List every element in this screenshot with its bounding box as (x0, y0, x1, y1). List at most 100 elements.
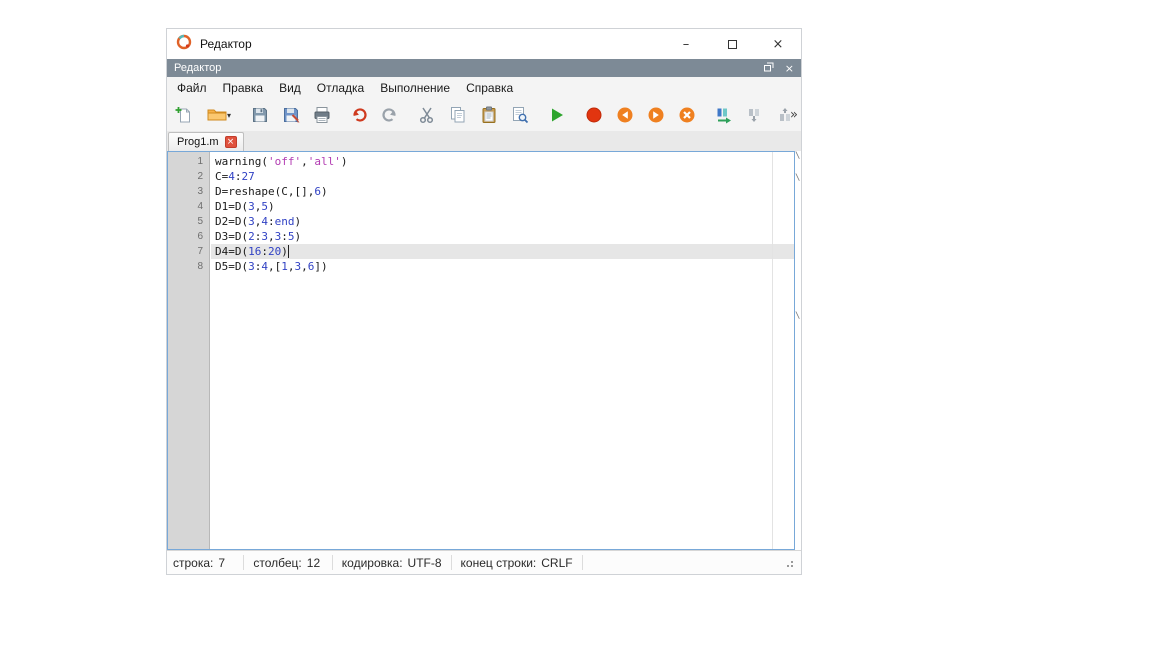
line-number[interactable]: 2 (168, 169, 209, 184)
run-icon (548, 106, 566, 124)
toolbar: ▾ (167, 99, 801, 131)
window-title: Редактор (200, 37, 252, 51)
status-separator (332, 555, 333, 570)
undo-button[interactable] (346, 102, 372, 128)
save-as-button[interactable] (278, 102, 304, 128)
status-column-value: 12 (307, 556, 323, 570)
run-button[interactable] (544, 102, 570, 128)
status-line-label: строка: (173, 556, 213, 570)
tab-prog1[interactable]: Prog1.m × (168, 132, 244, 151)
remove-breakpoints-button[interactable] (674, 102, 700, 128)
line-number[interactable]: 8 (168, 259, 209, 274)
code-line[interactable]: C=4:27 (211, 169, 794, 184)
window-titlebar: Редактор – × (167, 29, 801, 59)
code-line[interactable]: D3=D(2:3,3:5) (211, 229, 794, 244)
menu-item-edit[interactable]: Правка (215, 78, 272, 98)
open-dropdown-icon[interactable]: ▾ (227, 111, 231, 120)
previous-breakpoint-button[interactable] (612, 102, 638, 128)
print-button[interactable] (309, 102, 335, 128)
paste-icon (480, 106, 498, 124)
editor-window: Редактор – × Редактор × Файл Правка Вид … (166, 28, 802, 575)
next-breakpoint-icon (647, 106, 665, 124)
step-button[interactable] (711, 102, 737, 128)
open-file-icon (207, 106, 227, 124)
menu-item-view[interactable]: Вид (271, 78, 309, 98)
long-line-marker (772, 152, 773, 549)
code-editor[interactable]: 12345678 warning('off','all')C=4:27D=res… (167, 151, 795, 550)
previous-breakpoint-icon (616, 106, 634, 124)
toolbar-overflow-button[interactable]: » (790, 108, 798, 123)
new-script-button[interactable] (171, 102, 197, 128)
cut-icon (418, 106, 436, 124)
menu-item-run[interactable]: Выполнение (372, 78, 458, 98)
line-number[interactable]: 5 (168, 214, 209, 229)
copy-icon (449, 106, 467, 124)
step-icon (715, 106, 733, 124)
code-line[interactable]: D1=D(3,5) (211, 199, 794, 214)
undock-button[interactable] (764, 59, 774, 77)
status-column-label: столбец: (253, 556, 301, 570)
close-button[interactable]: × (755, 29, 801, 59)
status-separator (243, 555, 244, 570)
toggle-breakpoint-button[interactable] (581, 102, 607, 128)
cut-button[interactable] (414, 102, 440, 128)
status-eol-label: конец строки: (461, 556, 537, 570)
find-replace-icon (511, 106, 529, 124)
octave-logo-icon (176, 34, 192, 55)
undo-icon (350, 106, 368, 124)
save-button[interactable] (247, 102, 273, 128)
menu-item-debug[interactable]: Отладка (309, 78, 372, 98)
menu-item-help[interactable]: Справка (458, 78, 521, 98)
statusbar: строка: 7 столбец: 12 кодировка: UTF-8 к… (167, 550, 801, 574)
find-replace-button[interactable] (507, 102, 533, 128)
status-encoding-value: UTF-8 (408, 556, 442, 570)
line-number[interactable]: 3 (168, 184, 209, 199)
menubar: Файл Правка Вид Отладка Выполнение Справ… (167, 77, 801, 99)
window-controls: – × (663, 29, 801, 59)
resize-grip-icon[interactable] (791, 565, 793, 567)
line-number[interactable]: 7 (168, 244, 209, 259)
code-area[interactable]: warning('off','all')C=4:27D=reshape(C,[]… (211, 152, 794, 549)
dock-controls: × (764, 59, 794, 77)
dock-titlebar: Редактор × (167, 59, 801, 77)
save-icon (251, 106, 269, 124)
redo-icon (381, 106, 399, 124)
dock-title: Редактор (174, 62, 221, 74)
scroll-mark: \ (795, 173, 803, 183)
toggle-breakpoint-icon (585, 106, 603, 124)
print-icon (313, 106, 331, 124)
open-file-button[interactable]: ▾ (202, 102, 236, 128)
new-script-icon (175, 106, 193, 124)
redo-button[interactable] (377, 102, 403, 128)
copy-button[interactable] (445, 102, 471, 128)
status-line-value: 7 (218, 556, 234, 570)
tab-close-button[interactable]: × (225, 136, 237, 148)
line-number[interactable]: 1 (168, 154, 209, 169)
tabbar: Prog1.m × (167, 131, 801, 151)
text-caret (288, 245, 289, 258)
status-encoding-label: кодировка: (342, 556, 403, 570)
code-line[interactable]: D4=D(16:20) (211, 244, 794, 259)
menu-item-file[interactable]: Файл (169, 78, 215, 98)
line-number[interactable]: 4 (168, 199, 209, 214)
maximize-icon (728, 40, 737, 49)
save-as-icon (282, 106, 300, 124)
code-line[interactable]: warning('off','all') (211, 154, 794, 169)
code-line[interactable]: D2=D(3,4:end) (211, 214, 794, 229)
dock-close-button[interactable]: × (785, 62, 794, 75)
step-in-button[interactable] (742, 102, 768, 128)
line-number-gutter: 12345678 (168, 152, 210, 549)
step-in-icon (746, 106, 764, 124)
next-breakpoint-button[interactable] (643, 102, 669, 128)
code-line[interactable]: D=reshape(C,[],6) (211, 184, 794, 199)
minimize-button[interactable]: – (663, 29, 709, 59)
line-number[interactable]: 6 (168, 229, 209, 244)
status-separator (451, 555, 452, 570)
code-line[interactable]: D5=D(3:4,[1,3,6]) (211, 259, 794, 274)
status-separator (582, 555, 583, 570)
remove-breakpoints-icon (678, 106, 696, 124)
paste-button[interactable] (476, 102, 502, 128)
scroll-mark: \ (795, 311, 803, 321)
maximize-button[interactable] (709, 29, 755, 59)
tab-label: Prog1.m (177, 136, 219, 148)
